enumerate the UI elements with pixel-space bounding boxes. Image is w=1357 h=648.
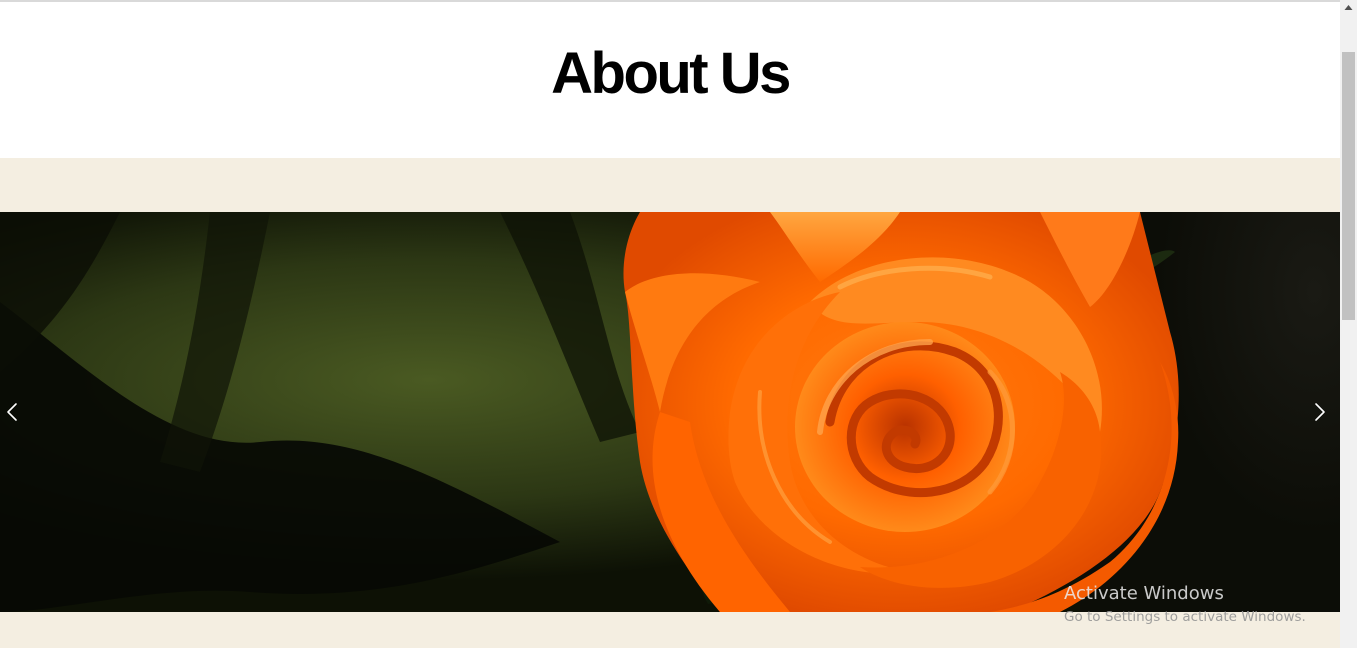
vertical-scrollbar[interactable]: [1340, 0, 1357, 648]
rose-slide-image: [0, 212, 1340, 612]
chevron-left-icon: [7, 403, 17, 421]
slider-prev-button[interactable]: [0, 398, 24, 426]
scroll-up-arrow-icon[interactable]: [1340, 0, 1357, 17]
chevron-right-icon: [1315, 403, 1325, 421]
image-slider[interactable]: [0, 212, 1340, 612]
page-header: About Us: [0, 2, 1340, 158]
page: About Us Activate Windows Go to Settings…: [0, 0, 1357, 648]
slider-next-button[interactable]: [1308, 398, 1332, 426]
page-title: About Us: [551, 41, 791, 106]
scrollbar-thumb[interactable]: [1342, 52, 1355, 320]
